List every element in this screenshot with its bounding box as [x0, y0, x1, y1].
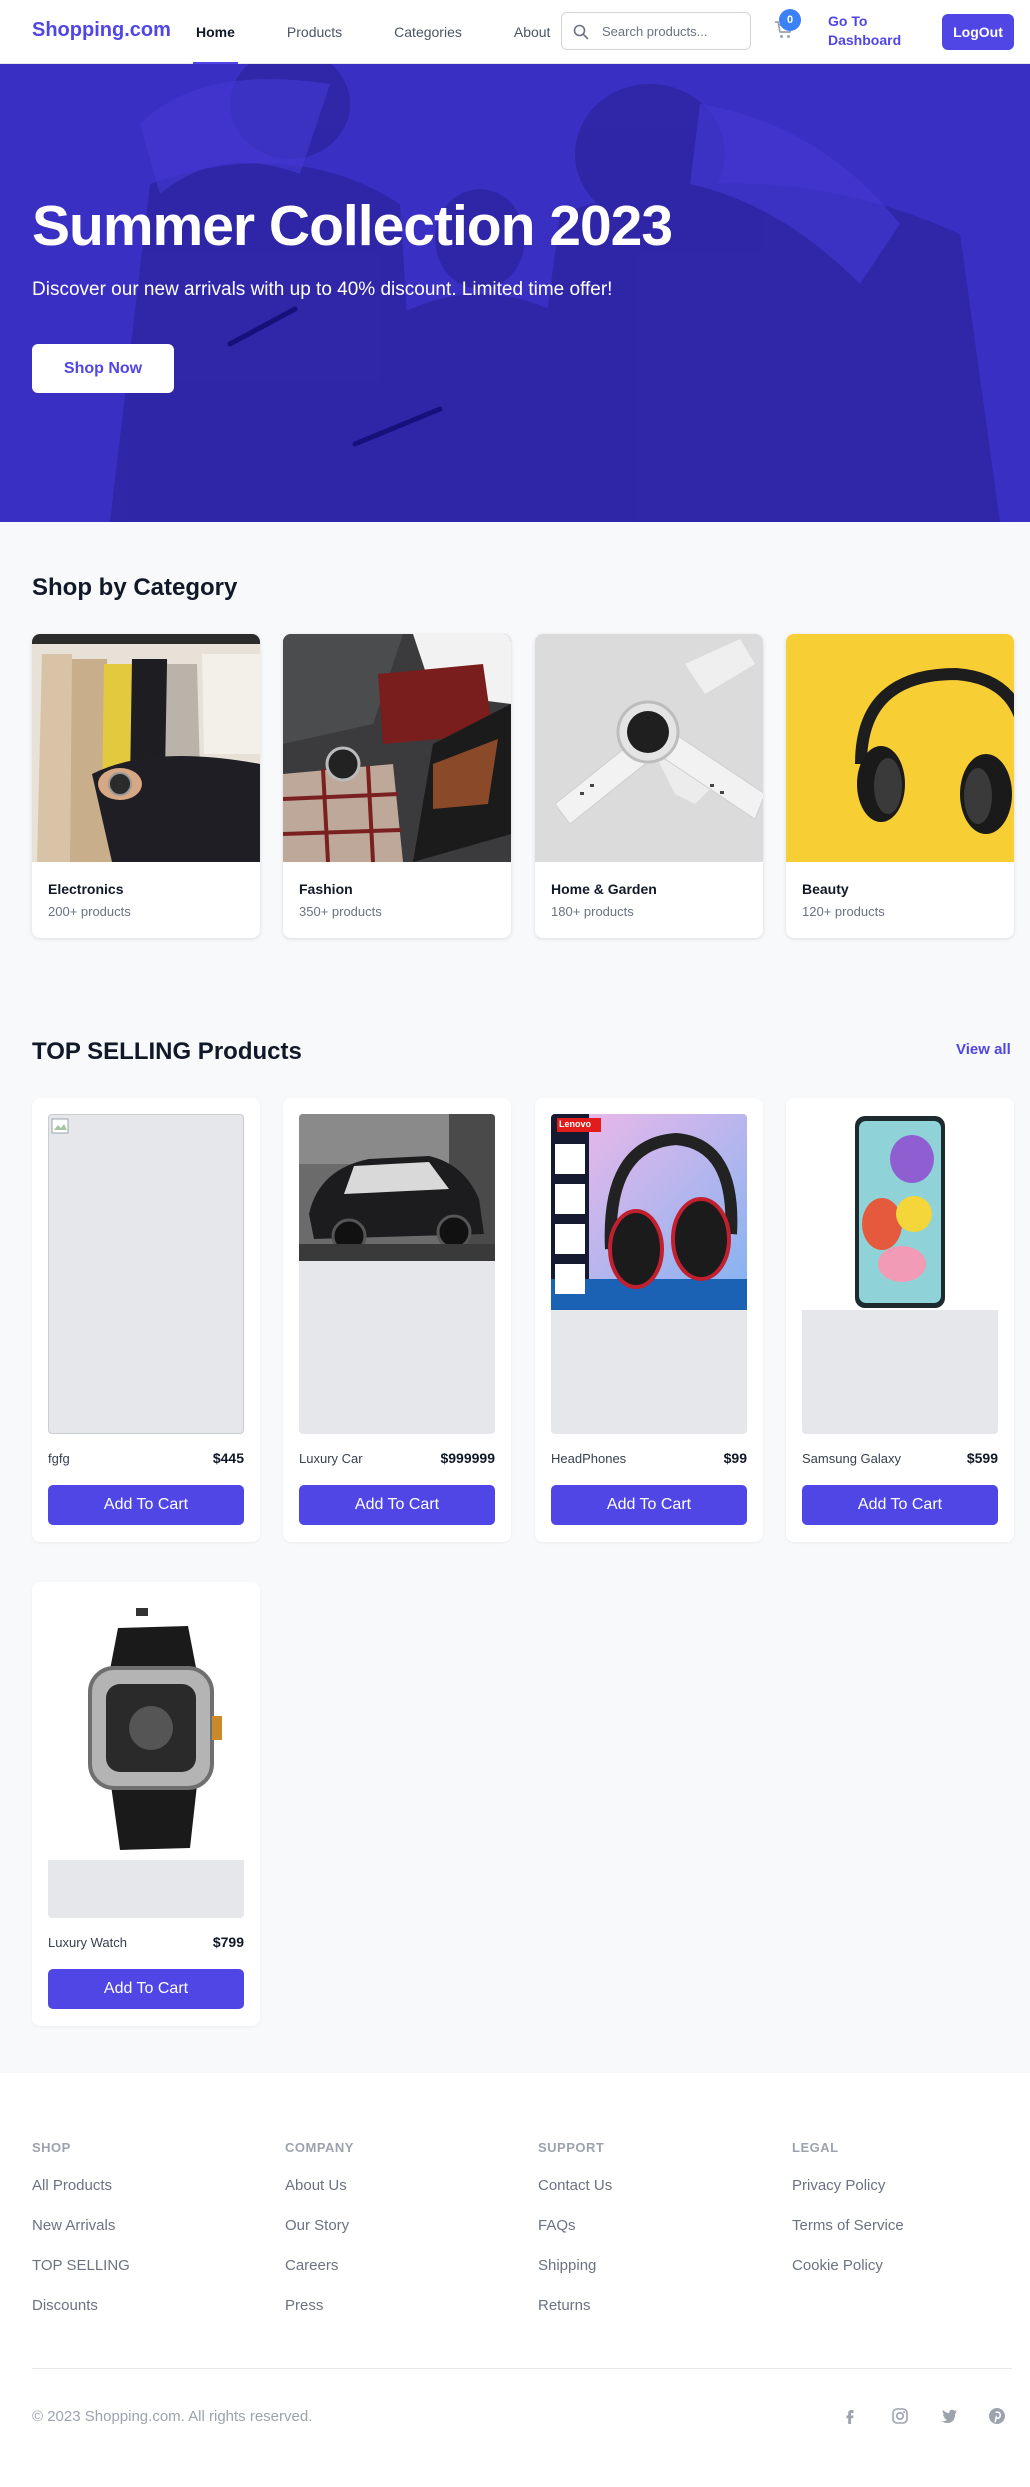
product-card[interactable]: Luxury Watch $799 Add To Cart — [32, 1582, 260, 2026]
footer-link[interactable]: Discounts — [32, 2297, 130, 2337]
footer-link[interactable]: Returns — [538, 2297, 612, 2337]
product-name[interactable]: fgfg — [48, 1451, 70, 1466]
category-count: 180+ products — [551, 904, 634, 919]
product-name[interactable]: Luxury Watch — [48, 1935, 127, 1950]
category-image-smartwatch — [535, 634, 763, 862]
add-to-cart-button[interactable]: Add To Cart — [551, 1485, 747, 1525]
product-image-broken — [48, 1114, 244, 1434]
category-count: 200+ products — [48, 904, 131, 919]
shop-now-button[interactable]: Shop Now — [32, 344, 174, 393]
site-header: Shopping.com Home Products Categories Ab… — [0, 0, 1030, 64]
footer-link[interactable]: Contact Us — [538, 2177, 612, 2217]
footer-column-support: SUPPORT Contact Us FAQs Shipping Returns — [538, 2140, 612, 2337]
footer-link[interactable]: Careers — [285, 2257, 354, 2297]
product-card[interactable]: Lenovo HeadPhones $99 Add To Cart — [535, 1098, 763, 1542]
category-name: Electronics — [48, 881, 124, 897]
pinterest-icon[interactable] — [987, 2406, 1007, 2426]
product-card[interactable]: Luxury Car $999999 Add To Cart — [283, 1098, 511, 1542]
category-card-electronics[interactable]: Electronics 200+ products — [32, 634, 260, 938]
product-price: $599 — [966, 1450, 998, 1466]
category-name: Beauty — [802, 881, 849, 897]
facebook-icon[interactable] — [840, 2406, 860, 2426]
product-image-car — [299, 1114, 495, 1261]
category-count: 120+ products — [802, 904, 885, 919]
nav-home[interactable]: Home — [193, 0, 238, 64]
footer-column-shop: SHOP All Products New Arrivals TOP SELLI… — [32, 2140, 130, 2337]
dashboard-link[interactable]: Go To Dashboard — [828, 12, 908, 50]
footer-column-company: COMPANY About Us Our Story Careers Press — [285, 2140, 354, 2337]
category-card-fashion[interactable]: Fashion 350+ products — [283, 634, 511, 938]
footer-link[interactable]: Our Story — [285, 2217, 354, 2257]
product-image-area — [48, 1598, 244, 1918]
search-input[interactable] — [602, 21, 742, 41]
product-price: $99 — [723, 1450, 747, 1466]
category-card-home-garden[interactable]: Home & Garden 180+ products — [535, 634, 763, 938]
footer-link[interactable]: FAQs — [538, 2217, 612, 2257]
hero-banner: Summer Collection 2023 Discover our new … — [0, 64, 1030, 522]
footer-link[interactable]: Press — [285, 2297, 354, 2337]
category-image-headphones — [786, 634, 1014, 862]
category-name: Fashion — [299, 881, 353, 897]
category-card-beauty[interactable]: Beauty 120+ products — [786, 634, 1014, 938]
product-card[interactable]: Samsung Galaxy $599 Add To Cart — [786, 1098, 1014, 1542]
footer-heading: SHOP — [32, 2140, 71, 2155]
footer-link[interactable]: TOP SELLING — [32, 2257, 130, 2297]
broken-image-icon — [51, 1118, 69, 1134]
product-image-watch — [48, 1598, 244, 1860]
product-price: $445 — [212, 1450, 244, 1466]
footer-heading: SUPPORT — [538, 2140, 605, 2155]
footer-link[interactable]: Shipping — [538, 2257, 612, 2297]
product-image-area: Lenovo — [551, 1114, 747, 1434]
add-to-cart-button[interactable]: Add To Cart — [48, 1969, 244, 2009]
category-name: Home & Garden — [551, 881, 657, 897]
product-image-area — [299, 1114, 495, 1434]
product-price: $799 — [212, 1934, 244, 1950]
product-price: $999999 — [440, 1450, 495, 1466]
search-box — [561, 12, 751, 50]
hero-subtitle: Discover our new arrivals with up to 40%… — [32, 279, 613, 300]
product-image-headphones — [551, 1114, 747, 1310]
footer-heading: COMPANY — [285, 2140, 354, 2155]
product-name[interactable]: Luxury Car — [299, 1451, 363, 1466]
footer-link[interactable]: Terms of Service — [792, 2217, 904, 2257]
category-image-fashion — [283, 634, 511, 862]
nav-categories[interactable]: Categories — [394, 0, 462, 64]
search-icon — [573, 24, 589, 40]
products-section-title: TOP SELLING Products — [32, 1038, 302, 1065]
footer-link[interactable]: All Products — [32, 2177, 130, 2217]
nav-about[interactable]: About — [514, 0, 551, 64]
nav-products[interactable]: Products — [287, 0, 342, 64]
brand-logo-lenovo: Lenovo — [559, 1119, 592, 1129]
category-section-title: Shop by Category — [32, 574, 238, 601]
footer-divider — [32, 2368, 1012, 2369]
instagram-icon[interactable] — [890, 2406, 910, 2426]
footer-heading: LEGAL — [792, 2140, 839, 2155]
footer-link[interactable]: New Arrivals — [32, 2217, 130, 2257]
product-image-area — [802, 1114, 998, 1434]
footer-column-legal: LEGAL Privacy Policy Terms of Service Co… — [792, 2140, 904, 2297]
hero-title: Summer Collection 2023 — [32, 194, 673, 258]
add-to-cart-button[interactable]: Add To Cart — [48, 1485, 244, 1525]
footer-link[interactable]: Privacy Policy — [792, 2177, 904, 2217]
copyright-text: © 2023 Shopping.com. All rights reserved… — [32, 2408, 313, 2425]
logout-button[interactable]: LogOut — [942, 14, 1014, 50]
category-count: 350+ products — [299, 904, 382, 919]
site-footer: SHOP All Products New Arrivals TOP SELLI… — [0, 2073, 1030, 2487]
view-all-link[interactable]: View all — [956, 1041, 1011, 1058]
footer-link[interactable]: About Us — [285, 2177, 354, 2217]
add-to-cart-button[interactable]: Add To Cart — [299, 1485, 495, 1525]
product-card[interactable]: fgfg $445 Add To Cart — [32, 1098, 260, 1542]
footer-link[interactable]: Cookie Policy — [792, 2257, 904, 2297]
product-image-phone — [802, 1114, 998, 1310]
category-image-clothes-rack — [32, 634, 260, 862]
product-name[interactable]: HeadPhones — [551, 1451, 626, 1466]
twitter-icon[interactable] — [939, 2406, 959, 2426]
main-nav: Home Products Categories About — [193, 0, 602, 64]
add-to-cart-button[interactable]: Add To Cart — [802, 1485, 998, 1525]
product-name[interactable]: Samsung Galaxy — [802, 1451, 901, 1466]
cart-count-badge: 0 — [779, 9, 801, 31]
site-logo[interactable]: Shopping.com — [32, 19, 171, 42]
